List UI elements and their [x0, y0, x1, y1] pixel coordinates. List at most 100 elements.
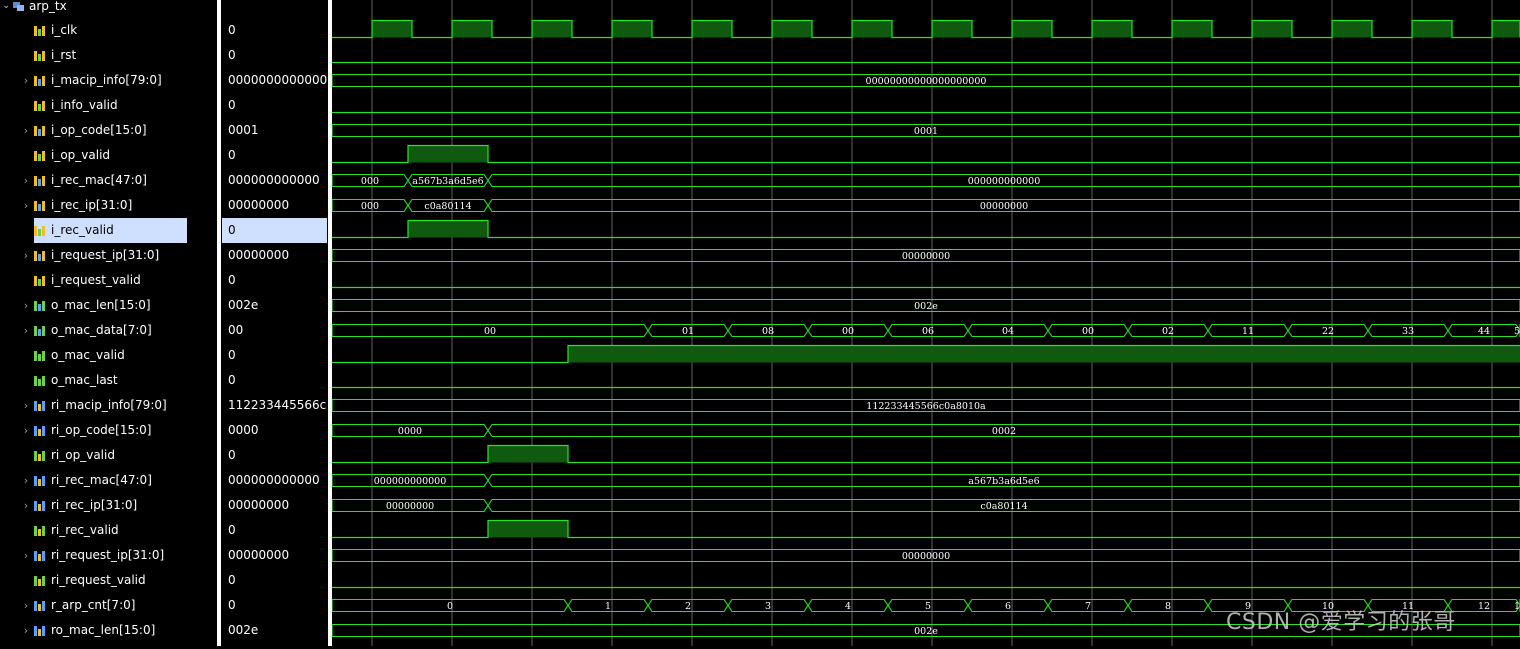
bus-value: 06 — [922, 326, 934, 337]
signal-row[interactable]: i_info_valid — [0, 93, 216, 118]
bus-value: 000000000000 — [968, 176, 1041, 187]
signal-row[interactable]: i_request_valid — [0, 268, 216, 293]
signal-value-row[interactable]: 00000000 — [222, 493, 327, 518]
signal-value: 00000000 — [228, 248, 290, 262]
signal-row[interactable]: › r_arp_cnt[7:0] — [0, 593, 216, 618]
expand-chevron-icon[interactable]: › — [20, 618, 32, 643]
signal-value-row[interactable]: 0 — [222, 268, 327, 293]
signal-row[interactable]: › o_mac_len[15:0] — [0, 293, 216, 318]
expand-chevron-icon[interactable]: › — [20, 543, 32, 568]
signal-row[interactable]: o_mac_valid — [0, 343, 216, 368]
expand-chevron-icon[interactable]: › — [20, 118, 32, 143]
signal-value-row[interactable]: 0 — [222, 43, 327, 68]
clock-high-fill — [1012, 20, 1052, 38]
signal-value-row[interactable]: 00000000 — [222, 193, 327, 218]
scope-name[interactable]: arp_tx — [29, 0, 67, 12]
output-bus-icon — [34, 301, 45, 311]
signal-row[interactable]: i_rec_valid — [0, 218, 216, 243]
bus-value: 000 — [361, 201, 379, 212]
expand-chevron-icon[interactable]: › — [20, 193, 32, 218]
signal-row[interactable]: › o_mac_data[7:0] — [0, 318, 216, 343]
signal-row[interactable]: ri_op_valid — [0, 443, 216, 468]
bus-value: 11 — [1242, 326, 1254, 337]
signal-value: 0 — [228, 273, 236, 287]
signal-row[interactable]: › i_rec_mac[47:0] — [0, 168, 216, 193]
signal-value-row[interactable]: 0 — [222, 218, 327, 243]
signal-name: i_op_valid — [51, 148, 111, 162]
signal-row[interactable]: i_clk — [0, 18, 216, 43]
signal-row[interactable]: i_op_valid — [0, 143, 216, 168]
signal-value-row[interactable]: 00 — [222, 318, 327, 343]
signal-value: 0 — [228, 448, 236, 462]
signal-value-row[interactable]: 002e — [222, 618, 327, 643]
expand-chevron-icon[interactable]: › — [20, 493, 32, 518]
waveform-canvas[interactable]: 000000000000000000000001000 a567b3a6d5e6 0… — [331, 0, 1520, 646]
signal-row[interactable]: › ri_request_ip[31:0] — [0, 543, 216, 568]
signal-value-row[interactable]: 0000 — [222, 418, 327, 443]
clock-high-fill — [612, 20, 652, 38]
signal-row[interactable]: › i_op_code[15:0] — [0, 118, 216, 143]
signal-value: 00000000 — [228, 498, 290, 512]
signal-row[interactable]: › i_rec_ip[31:0] — [0, 193, 216, 218]
pane-divider[interactable] — [217, 0, 221, 646]
signal-value-row[interactable]: 0 — [222, 343, 327, 368]
bus-value: 0000 — [398, 426, 422, 437]
signal-row[interactable]: › ro_mac_len[15:0] — [0, 618, 216, 643]
expand-chevron-icon[interactable]: › — [20, 68, 32, 93]
bit-high-fill — [488, 520, 568, 538]
signal-value-row[interactable]: 112233445566c0a8010a — [222, 393, 327, 418]
expand-chevron-icon[interactable]: › — [20, 318, 32, 343]
signal-row[interactable]: i_rst — [0, 43, 216, 68]
signal-value-row[interactable]: 000000000000 — [222, 168, 327, 193]
expand-chevron-icon[interactable]: › — [20, 393, 32, 418]
bit-high-fill — [408, 220, 488, 238]
signal-row[interactable]: › ri_rec_mac[47:0] — [0, 468, 216, 493]
signal-value-row[interactable]: 0001 — [222, 118, 327, 143]
reg-bit-icon — [34, 576, 45, 586]
signal-value-row[interactable]: 00000000 — [222, 243, 327, 268]
signal-value-row[interactable]: 00000000000000000000 — [222, 68, 327, 93]
signal-value-row[interactable]: 0 — [222, 18, 327, 43]
expand-chevron-icon[interactable]: › — [20, 468, 32, 493]
signal-row[interactable]: › i_macip_info[79:0] — [0, 68, 216, 93]
clock-high-fill — [692, 20, 732, 38]
signal-name: ri_op_code[15:0] — [51, 423, 152, 437]
input-bit-icon — [34, 51, 45, 61]
signal-row[interactable]: › ri_op_code[15:0] — [0, 418, 216, 443]
expand-chevron-icon[interactable]: › — [20, 243, 32, 268]
waveform-pane[interactable]: 00000000000000000000 0001 000 a567b3a6d5e6 0… — [331, 0, 1520, 646]
scope-expand-icon[interactable]: ⌄ — [2, 0, 10, 12]
signal-row[interactable]: › ri_macip_info[79:0] — [0, 393, 216, 418]
signal-row[interactable]: o_mac_last — [0, 368, 216, 393]
signal-name: i_clk — [51, 23, 78, 37]
signal-name: i_info_valid — [51, 98, 118, 112]
signal-value-row[interactable]: 00000000 — [222, 543, 327, 568]
expand-chevron-icon[interactable]: › — [20, 593, 32, 618]
reg-bus-icon — [34, 551, 45, 561]
signal-value-row[interactable]: 0 — [222, 518, 327, 543]
signal-value-row[interactable]: 000000000000 — [222, 468, 327, 493]
signal-row[interactable]: ri_rec_valid — [0, 518, 216, 543]
signal-value-row[interactable]: 0 — [222, 93, 327, 118]
expand-chevron-icon[interactable]: › — [20, 168, 32, 193]
signal-row[interactable]: › i_request_ip[31:0] — [0, 243, 216, 268]
input-bus-icon — [34, 76, 45, 86]
signal-value-row[interactable]: 0 — [222, 568, 327, 593]
signal-row[interactable]: ri_request_valid — [0, 568, 216, 593]
input-bus-icon — [34, 251, 45, 261]
signal-value-row[interactable]: 002e — [222, 293, 327, 318]
expand-chevron-icon[interactable]: › — [20, 293, 32, 318]
signal-value-row[interactable]: 0 — [222, 368, 327, 393]
signal-value-row[interactable]: 0 — [222, 443, 327, 468]
signal-value-row[interactable]: 0 — [222, 143, 327, 168]
bus-value: 08 — [762, 326, 774, 337]
clock-high-fill — [1092, 20, 1132, 38]
bit-high-fill — [568, 345, 1520, 363]
signal-value-row[interactable]: 0 — [222, 593, 327, 618]
expand-chevron-icon[interactable]: › — [20, 418, 32, 443]
signal-name: i_rec_valid — [34, 218, 187, 243]
signal-name: ri_rec_ip[31:0] — [51, 498, 138, 512]
bus-value: a567b3a6d5e6 — [412, 176, 483, 187]
signal-row[interactable]: › ri_rec_ip[31:0] — [0, 493, 216, 518]
signal-value: 0 — [228, 23, 236, 37]
